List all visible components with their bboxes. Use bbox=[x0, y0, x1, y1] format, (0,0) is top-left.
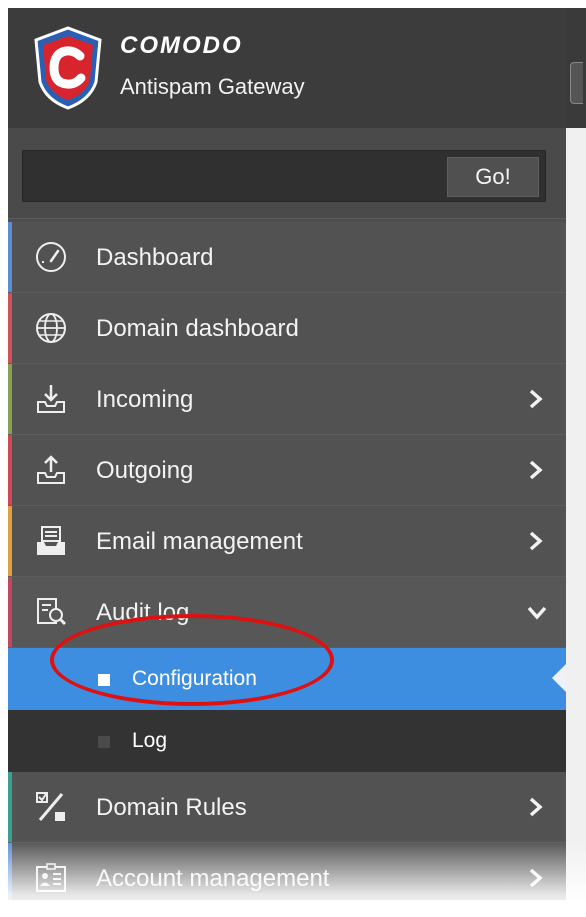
chevron-down-icon bbox=[527, 606, 547, 620]
menu-stripe bbox=[8, 843, 12, 900]
menu-item-audit-log[interactable]: Audit log bbox=[8, 577, 566, 648]
collapse-handle[interactable] bbox=[570, 62, 583, 104]
outbox-upload-icon bbox=[37, 455, 65, 484]
menu-item-label: Outgoing bbox=[96, 457, 194, 484]
bullet-icon bbox=[98, 736, 110, 748]
brand-product: Antispam Gateway bbox=[120, 74, 305, 99]
dashboard-gauge-icon bbox=[36, 242, 66, 272]
menu-item-label: Audit log bbox=[96, 599, 190, 626]
brand-name: COMODO bbox=[120, 32, 243, 59]
menu-stripe bbox=[8, 222, 12, 292]
menu-item-email-management[interactable]: Email management bbox=[8, 506, 566, 577]
menu-stripe bbox=[8, 435, 12, 505]
submenu-item-configuration[interactable]: Configuration bbox=[8, 648, 566, 710]
content-edge bbox=[566, 8, 586, 900]
account-card-icon bbox=[36, 863, 66, 892]
chevron-right-icon bbox=[529, 389, 543, 409]
search-row: Go! bbox=[8, 128, 566, 219]
go-button[interactable]: Go! bbox=[447, 157, 539, 197]
sidebar-header: COMODO Antispam Gateway bbox=[8, 8, 566, 128]
bullet-icon bbox=[98, 674, 110, 686]
active-pointer bbox=[552, 664, 566, 692]
mail-tray-icon bbox=[37, 526, 65, 555]
menu-item-incoming[interactable]: Incoming bbox=[8, 364, 566, 435]
menu-stripe bbox=[8, 293, 12, 363]
submenu-item-label: Configuration bbox=[132, 667, 257, 690]
menu-item-label: Dashboard bbox=[96, 244, 214, 271]
nav-menu: Dashboard Domain dashboard Incoming Outg… bbox=[8, 222, 566, 900]
search-box: Go! bbox=[22, 150, 546, 202]
globe-icon bbox=[36, 313, 66, 343]
menu-stripe bbox=[8, 577, 12, 647]
inbox-download-icon bbox=[37, 385, 65, 413]
chevron-right-icon bbox=[529, 797, 543, 817]
menu-item-dashboard[interactable]: Dashboard bbox=[8, 222, 566, 293]
submenu-item-log[interactable]: Log bbox=[8, 710, 566, 772]
menu-stripe bbox=[8, 772, 12, 842]
submenu-item-label: Log bbox=[132, 729, 168, 752]
menu-stripe bbox=[8, 506, 12, 576]
menu-item-outgoing[interactable]: Outgoing bbox=[8, 435, 566, 506]
menu-item-label: Email management bbox=[96, 528, 303, 555]
menu-item-label: Domain Rules bbox=[96, 794, 247, 821]
search-input[interactable] bbox=[29, 157, 433, 197]
audit-search-icon bbox=[37, 598, 67, 626]
sidebar: COMODO Antispam Gateway Go! Dashboard Do… bbox=[8, 8, 566, 900]
menu-item-domain-dashboard[interactable]: Domain dashboard bbox=[8, 293, 566, 364]
chevron-right-icon bbox=[529, 460, 543, 480]
chevron-right-icon bbox=[529, 531, 543, 551]
menu-item-label: Incoming bbox=[96, 386, 194, 413]
chevron-right-icon bbox=[529, 868, 543, 888]
menu-item-account-management[interactable]: Account management bbox=[8, 843, 566, 900]
menu-item-domain-rules[interactable]: Domain Rules bbox=[8, 772, 566, 843]
menu-item-label: Domain dashboard bbox=[96, 315, 299, 342]
comodo-logo-icon bbox=[34, 26, 102, 110]
menu-stripe bbox=[8, 364, 12, 434]
percent-rules-icon bbox=[36, 792, 65, 821]
menu-item-label: Account management bbox=[96, 865, 330, 892]
